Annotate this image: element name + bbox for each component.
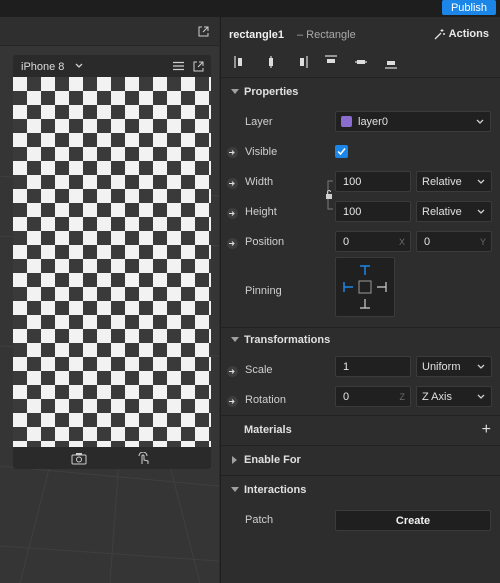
magic-wand-icon [434, 28, 445, 39]
scale-mode-select[interactable]: Uniform [416, 356, 492, 377]
device-screen-checkerboard[interactable] [13, 77, 211, 447]
layer-label: Layer [245, 116, 273, 128]
checkmark-icon [337, 148, 346, 156]
add-icon[interactable]: + [482, 421, 491, 439]
chevron-down-icon [477, 394, 485, 399]
position-label: Position [245, 236, 285, 248]
width-input[interactable]: 100 [335, 171, 411, 192]
section-materials[interactable]: Materials + [221, 415, 500, 445]
rotation-axis-value: Z Axis [422, 390, 452, 403]
rotation-label: Rotation [245, 394, 286, 406]
create-patch-button[interactable]: Create [335, 510, 491, 531]
position-y-value: 0 [424, 235, 431, 248]
patch-arrow-icon[interactable] [227, 366, 238, 377]
align-left-button[interactable] [227, 51, 255, 73]
patch-arrow-icon[interactable] [227, 238, 238, 249]
rotation-input[interactable]: 0 Z [335, 386, 411, 407]
height-mode-select[interactable]: Relative [416, 201, 492, 222]
scale-input[interactable]: 1 [335, 356, 411, 377]
section-interactions[interactable]: Interactions [221, 475, 500, 505]
align-left-icon [234, 56, 242, 68]
rotation-axis-select[interactable]: Z Axis [416, 386, 492, 407]
align-right-button[interactable] [287, 51, 315, 73]
chevron-down-icon [477, 179, 485, 184]
device-header: iPhone 8 [13, 55, 211, 77]
align-top-button[interactable] [317, 51, 345, 73]
section-title: Materials [244, 424, 292, 436]
axis-y-label: Y [479, 237, 486, 247]
caret-down-icon [231, 337, 239, 342]
position-x-input[interactable]: 0 X [335, 231, 411, 252]
pinning-widget[interactable] [335, 257, 395, 317]
device-footer [13, 447, 211, 469]
width-label: Width [245, 176, 274, 188]
align-center-vertical-button[interactable] [347, 51, 375, 73]
external-link-icon[interactable] [193, 61, 204, 72]
inspector-header: rectangle1 – Rectangle Actions [221, 17, 500, 52]
visible-label: Visible [245, 146, 278, 158]
align-right-icon [300, 56, 308, 68]
lock-icon[interactable] [325, 179, 335, 211]
touch-icon[interactable] [137, 452, 151, 465]
section-title: Interactions [244, 484, 307, 496]
section-title: Properties [244, 86, 299, 98]
section-title: Transformations [244, 334, 331, 346]
scale-label: Scale [245, 364, 273, 376]
patch-arrow-icon[interactable] [227, 178, 238, 189]
pinning-label: Pinning [245, 285, 282, 297]
device-preview: iPhone 8 [13, 55, 211, 469]
section-enable-for[interactable]: Enable For [221, 445, 500, 475]
camera-icon[interactable] [71, 452, 87, 465]
width-mode-select[interactable]: Relative [416, 171, 492, 192]
alignment-toolbar [227, 51, 405, 73]
rotation-value: 0 [343, 390, 350, 403]
chevron-down-icon [477, 209, 485, 214]
patch-arrow-icon[interactable] [227, 208, 238, 219]
layer-color-swatch [341, 116, 352, 127]
actions-label: Actions [448, 28, 489, 40]
chevron-down-icon [476, 119, 484, 124]
viewport-header [0, 17, 219, 46]
align-center-vertical-icon [355, 60, 367, 64]
menu-icon[interactable] [173, 61, 184, 71]
object-type: – Rectangle [297, 29, 356, 41]
external-link-icon[interactable] [198, 26, 209, 37]
align-center-horizontal-icon [269, 56, 273, 68]
align-bottom-icon [385, 61, 397, 69]
caret-down-icon [231, 487, 239, 492]
actions-button[interactable]: Actions [434, 28, 489, 40]
viewport[interactable]: iPhone 8 [0, 17, 219, 583]
patch-arrow-icon[interactable] [227, 396, 238, 407]
visible-checkbox[interactable] [335, 145, 348, 158]
axis-x-label: X [398, 237, 405, 247]
section-properties[interactable]: Properties [221, 77, 500, 107]
caret-down-icon [231, 89, 239, 94]
layer-select[interactable]: layer0 [335, 111, 491, 132]
section-transformations[interactable]: Transformations [221, 325, 500, 355]
width-mode-value: Relative [422, 175, 462, 188]
top-bar: Publish [0, 0, 500, 17]
inspector-panel: rectangle1 – Rectangle Actions Propertie… [220, 17, 500, 583]
axis-z-label: Z [399, 392, 406, 402]
height-mode-value: Relative [422, 205, 462, 218]
position-x-value: 0 [343, 235, 350, 248]
chevron-down-icon [477, 364, 485, 369]
position-y-input[interactable]: 0 Y [416, 231, 492, 252]
patch-label: Patch [245, 514, 274, 526]
patch-arrow-icon[interactable] [227, 147, 238, 158]
device-name[interactable]: iPhone 8 [21, 61, 64, 73]
caret-right-icon [232, 456, 237, 464]
section-title: Enable For [244, 454, 301, 466]
height-label: Height [245, 206, 277, 218]
pinning-icon [343, 265, 387, 309]
layer-value: layer0 [358, 115, 388, 128]
align-top-icon [325, 55, 337, 63]
height-input[interactable]: 100 [335, 201, 411, 222]
scale-mode-value: Uniform [422, 360, 461, 373]
publish-button[interactable]: Publish [442, 0, 496, 15]
object-name: rectangle1 [229, 29, 285, 41]
align-bottom-button[interactable] [377, 51, 405, 73]
chevron-down-icon[interactable] [75, 63, 83, 69]
align-center-horizontal-button[interactable] [257, 51, 285, 73]
